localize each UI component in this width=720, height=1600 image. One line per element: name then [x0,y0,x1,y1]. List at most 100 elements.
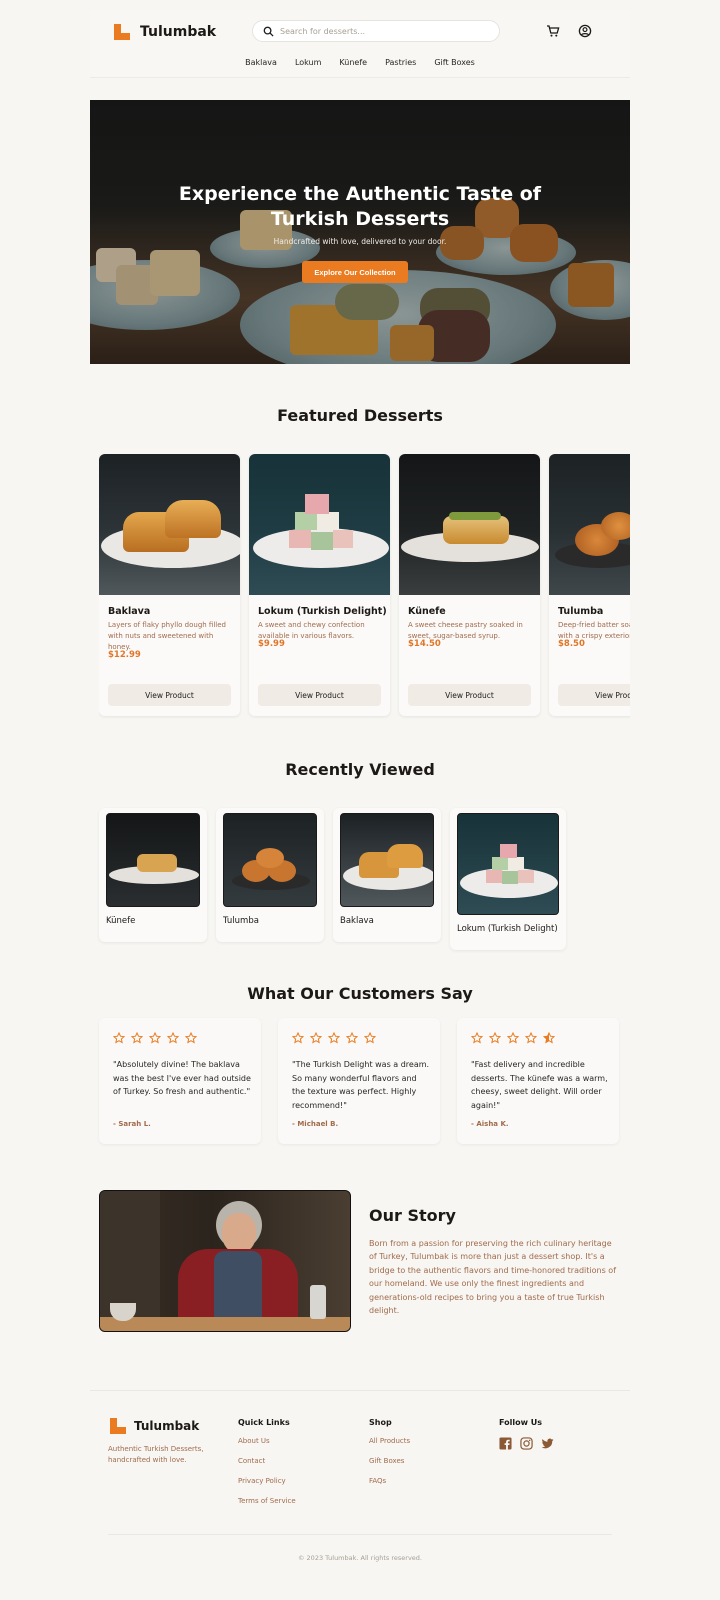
footer-shop: Shop All Products Gift Boxes FAQs [369,1418,410,1497]
product-name: Tulumba [558,606,604,617]
star-icon [131,1032,143,1044]
testimonial-card: "The Turkish Delight was a dream. So man… [278,1018,440,1144]
story-text: Born from a passion for preserving the r… [369,1239,617,1316]
hero-title: Experience the Authentic Taste of Turkis… [178,183,542,230]
footer-col-title: Follow Us [499,1418,543,1427]
recent-item-baklava[interactable]: Baklava [333,808,441,942]
view-product-button[interactable]: View Product [408,684,531,706]
footer-divider [90,1390,630,1391]
twitter-icon[interactable] [541,1437,554,1450]
testimonial-card: "Absolutely divine! The baklava was the … [99,1018,261,1144]
testimonial-quote: "The Turkish Delight was a dream. So man… [292,1060,430,1110]
star-icon [292,1032,304,1044]
product-image [399,454,540,595]
account-icon[interactable] [578,24,592,38]
view-product-button[interactable]: View Product [558,684,630,706]
hero-banner: Experience the Authentic Taste of Turkis… [90,100,630,364]
search-icon [263,26,274,37]
product-image [549,454,630,595]
brand-logo[interactable]: Tulumbak [114,24,216,40]
social-links [499,1437,554,1450]
product-card-tulumba[interactable]: Tulumba Deep-fried batter soaked in syru… [549,454,630,716]
testimonial-card: "Fast delivery and incredible desserts. … [457,1018,619,1144]
footer-tagline: Authentic Turkish Desserts, handcrafted … [108,1445,204,1464]
product-name: Baklava [108,606,151,617]
brand-mark-icon [110,1418,126,1434]
footer-link-all-products[interactable]: All Products [369,1437,410,1445]
brand-mark-icon [114,24,130,40]
recent-item-name: Lokum (Turkish Delight) [457,924,558,934]
testimonial-author: - Michael B. [292,1120,339,1128]
recent-item-name: Künefe [106,916,136,926]
product-card-kunefe[interactable]: Künefe A sweet cheese pastry soaked in s… [399,454,540,716]
testimonial-author: - Aisha K. [471,1120,509,1128]
copyright: © 2023 Tulumbak. All rights reserved. [297,1554,422,1562]
view-product-button[interactable]: View Product [108,684,231,706]
star-icon [489,1032,501,1044]
rating-stars [471,1032,555,1044]
recent-image [457,813,559,915]
product-price: $12.99 [108,650,141,660]
recent-image [106,813,200,907]
facebook-icon[interactable] [499,1437,512,1450]
search-bar[interactable] [252,20,500,42]
featured-title: Featured Desserts [277,406,443,425]
recent-image [340,813,434,907]
footer-quick-links: Quick Links About Us Contact Privacy Pol… [238,1418,296,1517]
star-icon [525,1032,537,1044]
product-image [99,454,240,595]
hero-subtitle: Handcrafted with love, delivered to your… [273,237,447,246]
star-icon [328,1032,340,1044]
view-product-button[interactable]: View Product [258,684,381,706]
featured-carousel[interactable]: Baklava Layers of flaky phyllo dough fil… [99,454,630,720]
testimonials-title: What Our Customers Say [247,984,473,1003]
recent-item-kunefe[interactable]: Künefe [99,808,207,942]
rating-stars [113,1032,197,1044]
nav-pastries[interactable]: Pastries [385,58,416,67]
recent-title: Recently Viewed [285,760,435,779]
footer-link-faqs[interactable]: FAQs [369,1477,410,1485]
recent-item-tulumba[interactable]: Tulumba [216,808,324,942]
recent-item-name: Tulumba [223,916,259,926]
footer-link-privacy[interactable]: Privacy Policy [238,1477,296,1485]
copyright-divider [108,1534,612,1535]
star-icon [471,1032,483,1044]
star-icon [310,1032,322,1044]
product-card-baklava[interactable]: Baklava Layers of flaky phyllo dough fil… [99,454,240,716]
product-price: $8.50 [558,639,585,649]
footer-follow: Follow Us [499,1418,554,1450]
recent-item-lokum[interactable]: Lokum (Turkish Delight) [450,808,566,950]
star-icon [185,1032,197,1044]
story-image [99,1190,351,1332]
recent-item-name: Baklava [340,916,374,926]
star-icon [149,1032,161,1044]
nav-lokum[interactable]: Lokum [295,58,321,67]
star-icon [113,1032,125,1044]
footer-brand[interactable]: Tulumbak [110,1418,199,1434]
footer-link-terms[interactable]: Terms of Service [238,1497,296,1505]
footer-link-about[interactable]: About Us [238,1437,296,1445]
product-price: $9.99 [258,639,285,649]
footer-link-gift-boxes[interactable]: Gift Boxes [369,1457,410,1465]
nav-kunefe[interactable]: Künefe [339,58,367,67]
footer-col-title: Quick Links [238,1418,290,1427]
recent-image [223,813,317,907]
nav-gift-boxes[interactable]: Gift Boxes [434,58,475,67]
star-icon [346,1032,358,1044]
product-name: Lokum (Turkish Delight) [258,606,387,617]
cart-icon[interactable] [546,24,560,38]
nav-baklava[interactable]: Baklava [245,58,277,67]
rating-stars [292,1032,376,1044]
star-icon [167,1032,179,1044]
testimonial-author: - Sarah L. [113,1120,151,1128]
search-input[interactable] [280,26,480,36]
star-half-icon [543,1032,555,1044]
product-card-lokum[interactable]: Lokum (Turkish Delight) A sweet and chew… [249,454,390,716]
star-icon [364,1032,376,1044]
footer-link-contact[interactable]: Contact [238,1457,296,1465]
product-price: $14.50 [408,639,441,649]
product-desc: Layers of flaky phyllo dough filled with… [108,621,226,651]
explore-collection-button[interactable]: Explore Our Collection [302,261,408,283]
instagram-icon[interactable] [520,1437,533,1450]
star-icon [507,1032,519,1044]
